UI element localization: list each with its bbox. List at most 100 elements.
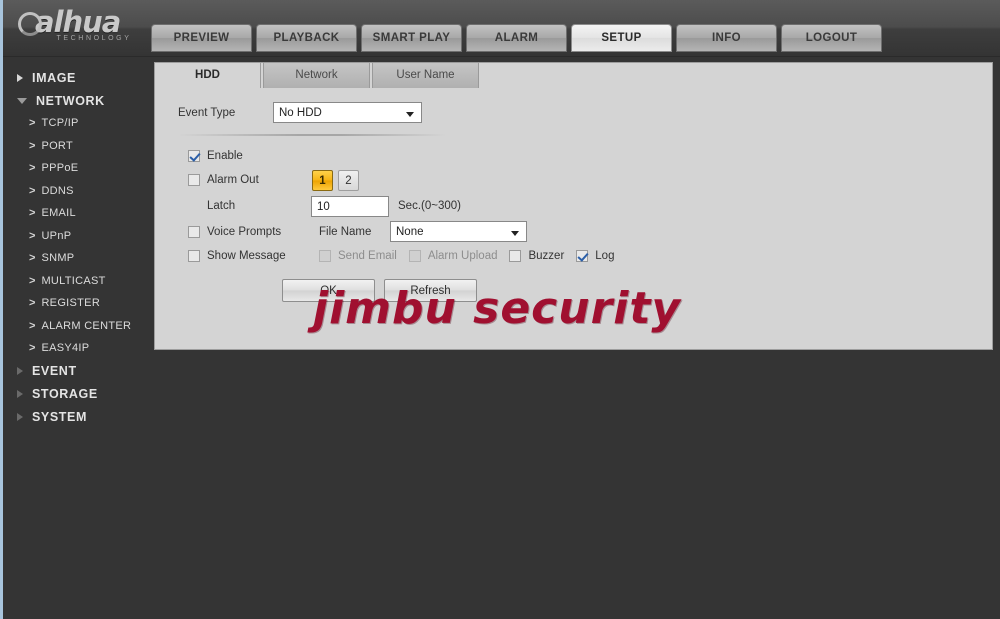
alarm-out-row: Alarm Out 1 2 — [178, 167, 993, 193]
subtab-network[interactable]: Network — [263, 62, 370, 88]
latch-row: Latch 10 Sec.(0~300) — [178, 193, 993, 219]
alarm-out-label: Alarm Out — [207, 174, 259, 186]
ok-button[interactable]: OK — [282, 279, 375, 302]
sidebar-item-upnp[interactable]: > UPnP — [3, 225, 151, 248]
nav-tab-playback[interactable]: PLAYBACK — [256, 24, 357, 52]
sidebar-item-tcpip[interactable]: > TCP/IP — [3, 112, 151, 135]
sidebar-item-register[interactable]: > REGISTER — [3, 292, 151, 315]
content-subtabs: HDD Network User Name — [154, 62, 481, 88]
latch-unit-label: Sec.(0~300) — [398, 200, 461, 212]
voice-prompts-row: Voice Prompts File Name None — [178, 219, 993, 244]
alarm-upload-checkbox[interactable] — [408, 250, 421, 262]
sidebar-item-easy4ip[interactable]: > EASY4IP — [3, 337, 151, 360]
nav-tab-preview[interactable]: PREVIEW — [151, 24, 252, 52]
subtab-user-name[interactable]: User Name — [372, 62, 479, 88]
triangle-down-icon — [17, 97, 27, 104]
notification-options-row: Show Message Send Email Alarm Upload Buz… — [178, 244, 993, 268]
chevron-right-icon: > — [29, 342, 36, 355]
sidebar-group-event[interactable]: EVENT — [3, 360, 151, 383]
event-type-row: Event Type No HDD — [178, 102, 993, 123]
chevron-right-icon: > — [29, 274, 36, 287]
triangle-right-icon — [17, 73, 23, 82]
alarm-upload-label: Alarm Upload — [427, 250, 498, 262]
sidebar-item-label: EMAIL — [41, 207, 76, 220]
sidebar-group-storage[interactable]: STORAGE — [3, 383, 151, 406]
dahua-logo: alhua TECHNOLOGY — [15, 7, 147, 49]
alarm-out-channel-1-button[interactable]: 1 — [312, 169, 333, 191]
sidebar-item-label: DDNS — [41, 184, 74, 197]
chevron-right-icon: > — [29, 207, 36, 220]
sidebar-item-email[interactable]: > EMAIL — [3, 202, 151, 225]
buzzer-label: Buzzer — [528, 250, 565, 262]
chevron-right-icon: > — [29, 184, 36, 197]
subtab-hdd[interactable]: HDD — [154, 62, 261, 88]
chevron-right-icon: > — [29, 139, 36, 152]
triangle-right-icon — [17, 390, 23, 398]
chevron-down-icon — [511, 231, 519, 236]
alarm-out-checkbox[interactable] — [188, 174, 200, 186]
sidebar-item-label: PORT — [41, 139, 73, 152]
sidebar-group-system[interactable]: SYSTEM — [3, 406, 151, 429]
sidebar-item-label: SNMP — [41, 252, 75, 265]
nav-tab-logout[interactable]: LOGOUT — [781, 24, 882, 52]
sidebar-item-alarm-center[interactable]: > ALARM CENTER — [3, 315, 151, 338]
sidebar-group-image[interactable]: IMAGE — [3, 66, 151, 89]
sidebar-item-ddns[interactable]: > DDNS — [3, 180, 151, 203]
sidebar-item-label: UPnP — [41, 229, 72, 242]
sidebar-item-label: EASY4IP — [41, 342, 90, 355]
chevron-right-icon: > — [29, 162, 36, 175]
triangle-right-icon — [17, 413, 23, 421]
sidebar-group-label: STORAGE — [32, 387, 98, 401]
app-header: alhua TECHNOLOGY PREVIEW PLAYBACK SMART … — [3, 0, 1000, 57]
sidebar-group-network[interactable]: NETWORK — [3, 89, 151, 112]
alarm-out-channel-2-button[interactable]: 2 — [338, 169, 359, 191]
sidebar-item-snmp[interactable]: > SNMP — [3, 247, 151, 270]
sidebar-group-label: NETWORK — [36, 93, 105, 108]
log-checkbox[interactable] — [576, 250, 589, 262]
chevron-right-icon: > — [29, 297, 36, 310]
latch-input[interactable]: 10 — [311, 195, 389, 217]
sidebar-item-label: ALARM CENTER — [41, 319, 132, 332]
chevron-right-icon: > — [29, 252, 36, 265]
file-name-label: File Name — [319, 225, 372, 238]
sidebar-item-multicast[interactable]: > MULTICAST — [3, 270, 151, 293]
file-name-value: None — [396, 225, 424, 238]
send-email-label: Send Email — [338, 250, 397, 262]
buzzer-checkbox[interactable] — [509, 250, 522, 262]
nav-tab-smart-play[interactable]: SMART PLAY — [361, 24, 462, 52]
sidebar-group-label: EVENT — [32, 364, 77, 378]
nav-tab-alarm[interactable]: ALARM — [466, 24, 567, 52]
chevron-right-icon: > — [29, 229, 36, 242]
enable-row: Enable — [178, 145, 993, 167]
refresh-button[interactable]: Refresh — [384, 279, 477, 302]
nav-tab-info[interactable]: INFO — [676, 24, 777, 52]
event-type-value: No HDD — [279, 106, 322, 119]
file-name-select[interactable]: None — [390, 221, 527, 242]
main-navigation: PREVIEW PLAYBACK SMART PLAY ALARM SETUP … — [151, 24, 882, 52]
voice-prompts-checkbox[interactable] — [188, 225, 200, 238]
sidebar-menu: IMAGE NETWORK > TCP/IP > PORT > PPPoE > … — [3, 57, 151, 619]
event-type-label: Event Type — [178, 106, 236, 119]
form-actions-row: OK Refresh — [178, 279, 993, 302]
nav-tab-setup[interactable]: SETUP — [571, 24, 672, 52]
triangle-right-icon — [17, 367, 23, 375]
latch-label: Latch — [207, 200, 236, 212]
show-message-checkbox[interactable] — [188, 250, 200, 262]
section-divider — [178, 134, 446, 136]
sidebar-item-pppoe[interactable]: > PPPoE — [3, 157, 151, 180]
sidebar-item-label: TCP/IP — [41, 117, 79, 130]
logo-ring-icon — [18, 12, 42, 36]
chevron-right-icon: > — [29, 319, 36, 332]
sidebar-group-label: IMAGE — [32, 70, 76, 85]
sidebar-group-label: SYSTEM — [32, 410, 87, 424]
sidebar-item-port[interactable]: > PORT — [3, 135, 151, 158]
sidebar-item-label: PPPoE — [41, 162, 79, 175]
enable-checkbox[interactable] — [188, 150, 200, 162]
sidebar-item-label: MULTICAST — [41, 274, 106, 287]
event-type-select[interactable]: No HDD — [273, 102, 422, 123]
chevron-right-icon: > — [29, 117, 36, 130]
voice-prompts-label: Voice Prompts — [207, 225, 282, 238]
log-label: Log — [595, 250, 615, 262]
hdd-event-form: Event Type No HDD Enable Alarm Out 1 2 L… — [154, 88, 993, 302]
send-email-checkbox[interactable] — [319, 250, 331, 262]
